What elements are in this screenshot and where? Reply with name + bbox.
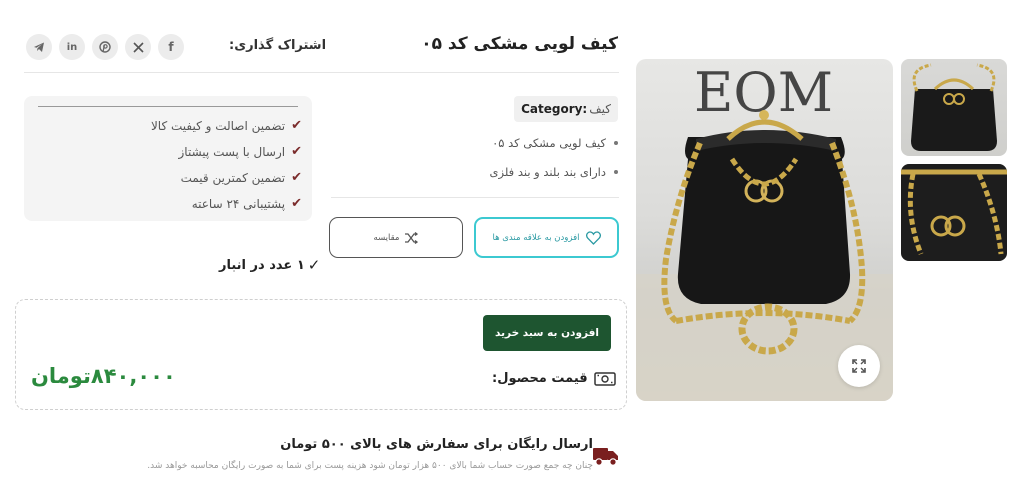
add-to-cart-button[interactable]: افزودن به سبد خرید	[483, 315, 611, 351]
divider	[24, 72, 619, 73]
truck-icon	[593, 448, 618, 466]
list-item: ✔ تضمین کمترین قیمت	[151, 165, 302, 191]
check-icon: ✔	[291, 144, 302, 159]
share-label: اشتراک گذاری:	[229, 38, 327, 53]
divider	[38, 106, 298, 107]
shuffle-icon	[405, 231, 419, 244]
list-item: دارای بند بلند و بند فلزی	[490, 157, 618, 186]
x-icon[interactable]	[125, 34, 151, 60]
checkmark-icon: ✓	[307, 256, 321, 274]
free-shipping-title: ارسال رایگان برای سفارش های بالای ۵۰۰ تو…	[280, 437, 593, 452]
telegram-icon[interactable]	[26, 34, 52, 60]
list-item: ✔ پشتیبانی ۲۴ ساعته	[151, 191, 302, 217]
add-to-wishlist-button[interactable]: افزودن به علاقه مندی ها	[474, 217, 619, 258]
pinterest-icon[interactable]	[92, 34, 118, 60]
guarantee-box: ✔ تضمین اصالت و کیفیت کالا ✔ ارسال با پست …	[24, 96, 312, 221]
linkedin-icon[interactable]: in	[59, 34, 85, 60]
check-icon: ✔	[291, 196, 302, 211]
category-key: Category:	[521, 102, 588, 116]
bullet-icon	[614, 169, 618, 174]
facebook-icon[interactable]: f	[158, 34, 184, 60]
product-title: کیف لویی مشکی کد ۰۵	[421, 34, 618, 54]
divider	[331, 197, 619, 198]
price-label: قیمت محصول:	[492, 371, 616, 386]
heart-icon	[585, 230, 601, 245]
check-icon: ✔	[291, 118, 302, 133]
price-value: ۸۴۰,۰۰۰تومان	[31, 364, 176, 388]
category-link[interactable]: کیف	[589, 102, 611, 116]
check-icon: ✔	[291, 170, 302, 185]
category-badge: Category: کیف	[514, 96, 618, 122]
product-thumbnail[interactable]	[901, 59, 1007, 156]
bullet-icon	[614, 140, 618, 145]
expand-icon	[852, 359, 866, 373]
zoom-button[interactable]	[838, 345, 880, 387]
feature-list: کیف لویی مشکی کد ۰۵ دارای بند بلند و بند…	[490, 128, 618, 186]
social-share-list: in f	[26, 34, 184, 60]
money-icon	[593, 371, 616, 386]
compare-button[interactable]: مقایسه	[329, 217, 463, 258]
product-thumbnail[interactable]	[901, 164, 1007, 261]
stock-status: ✓ ۱ عدد در انبار	[219, 256, 321, 274]
list-item: کیف لویی مشکی کد ۰۵	[490, 128, 618, 157]
list-item: ✔ ارسال با پست پیشتاز	[151, 139, 302, 165]
list-item: ✔ تضمین اصالت و کیفیت کالا	[151, 113, 302, 139]
guarantee-list: ✔ تضمین اصالت و کیفیت کالا ✔ ارسال با پست …	[151, 113, 302, 217]
free-shipping-description: چنان چه جمع صورت حساب شما بالای ۵۰۰ هزار…	[147, 461, 593, 471]
